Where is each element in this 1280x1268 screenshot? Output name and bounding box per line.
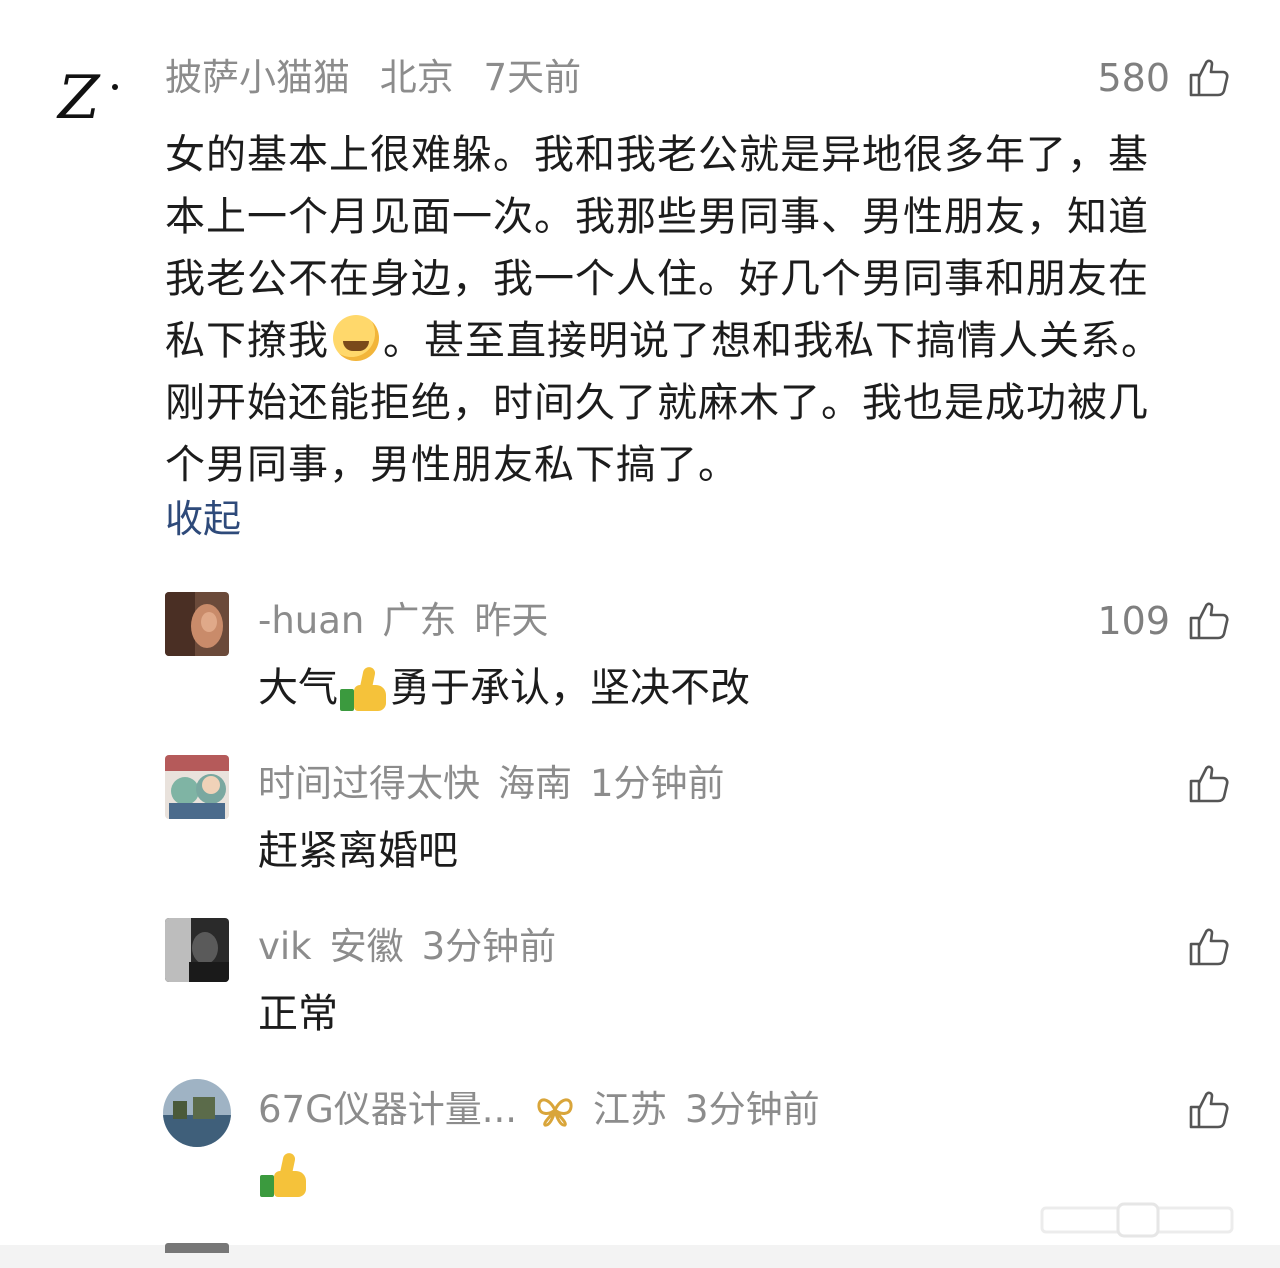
reply-text: [258, 1151, 310, 1197]
reply-item: 时间过得太快 海南 1分钟前 赶紧离婚吧: [0, 753, 1280, 903]
timestamp: 3分钟前: [421, 925, 557, 968]
thumbs-up-emoji: [340, 665, 388, 711]
comment-line-part: 。甚至直接明说了想和我私下搞情人关系。: [383, 318, 1162, 364]
thumbs-up-icon: [1189, 1091, 1229, 1129]
avatar[interactable]: [165, 755, 229, 819]
avatar[interactable]: [163, 1079, 231, 1147]
location: 海南: [498, 762, 572, 805]
crying-laughing-emoji: [333, 315, 379, 361]
timestamp: 昨天: [474, 599, 549, 642]
like-button[interactable]: 109: [1097, 598, 1230, 644]
thumbs-up-icon: [1189, 928, 1229, 966]
watermark-graphic: [1040, 1202, 1234, 1238]
username[interactable]: 67G仪器计量...: [258, 1087, 517, 1133]
like-button[interactable]: [1170, 1087, 1230, 1133]
timestamp: 1分钟前: [590, 762, 725, 805]
reply-text-part: 大气: [258, 665, 338, 711]
username[interactable]: vik: [258, 924, 312, 970]
username[interactable]: -huan: [258, 598, 364, 644]
like-button[interactable]: [1170, 761, 1230, 807]
location: 北京: [379, 56, 454, 99]
reply-meta: 时间过得太快 海南 1分钟前: [258, 761, 743, 807]
like-button[interactable]: 580: [1097, 56, 1230, 100]
location: 安徽: [329, 925, 404, 968]
reply-text-part: 勇于承认，坚决不改: [390, 665, 750, 711]
comment-line: 女的基本上很难躲。我和我老公就是异地很多年了，基: [165, 132, 1149, 178]
avatar[interactable]: [165, 592, 229, 656]
location: 广东: [382, 599, 457, 642]
comment-line: 我老公不在身边，我一个人住。好几个男同事和朋友在: [165, 256, 1149, 302]
like-count: 109: [1097, 599, 1170, 643]
reply-text: 正常: [258, 991, 338, 1037]
main-comment-meta: 披萨小猫猫 北京 7天前: [165, 56, 599, 100]
reply-item: -huan 广东 昨天 109 大气 勇于承认，坚决不改: [0, 590, 1280, 740]
comment-line-part: 私下撩我: [165, 318, 329, 364]
next-avatar-partial: [165, 1243, 229, 1253]
username[interactable]: 披萨小猫猫: [165, 56, 350, 99]
thumbs-up-icon: [1189, 59, 1229, 97]
comment-line: 刚开始还能拒绝，时间久了就麻木了。我也是成功被几: [165, 380, 1149, 426]
comment-line: 本上一个月见面一次。我那些男同事、男性朋友，知道: [165, 194, 1149, 240]
thumbs-up-icon: [1189, 765, 1229, 803]
avatar-dot: [112, 84, 118, 90]
location: 江苏: [593, 1088, 668, 1131]
thumbs-up-emoji: [260, 1151, 308, 1197]
thumbs-up-icon: [1189, 602, 1229, 640]
username[interactable]: 时间过得太快: [258, 761, 480, 807]
reply-meta: vik 安徽 3分钟前: [258, 924, 574, 970]
comment-line: 个男同事，男性朋友私下搞了。: [165, 442, 739, 488]
timestamp: 3分钟前: [685, 1088, 820, 1131]
avatar[interactable]: [165, 918, 229, 982]
reply-meta: -huan 广东 昨天: [258, 598, 566, 644]
like-count: 580: [1097, 56, 1170, 100]
reply-text: 赶紧离婚吧: [258, 828, 458, 874]
avatar-letter: Z: [58, 63, 100, 133]
like-button[interactable]: [1170, 924, 1230, 970]
reply-meta: 67G仪器计量... 江苏 3分钟前: [258, 1087, 838, 1133]
reply-item: vik 安徽 3分钟前 正常: [0, 916, 1280, 1066]
main-avatar[interactable]: Z: [58, 68, 128, 128]
butterfly-badge-icon: [537, 1098, 573, 1127]
reply-text: 大气 勇于承认，坚决不改: [258, 660, 750, 716]
comment-line: 私下撩我 。甚至直接明说了想和我私下搞情人关系。: [165, 310, 1215, 372]
timestamp: 7天前: [483, 56, 582, 99]
main-comment-text: 女的基本上很难躲。我和我老公就是异地很多年了，基 本上一个月见面一次。我那些男同…: [165, 124, 1215, 496]
collapse-link[interactable]: 收起: [165, 494, 241, 544]
